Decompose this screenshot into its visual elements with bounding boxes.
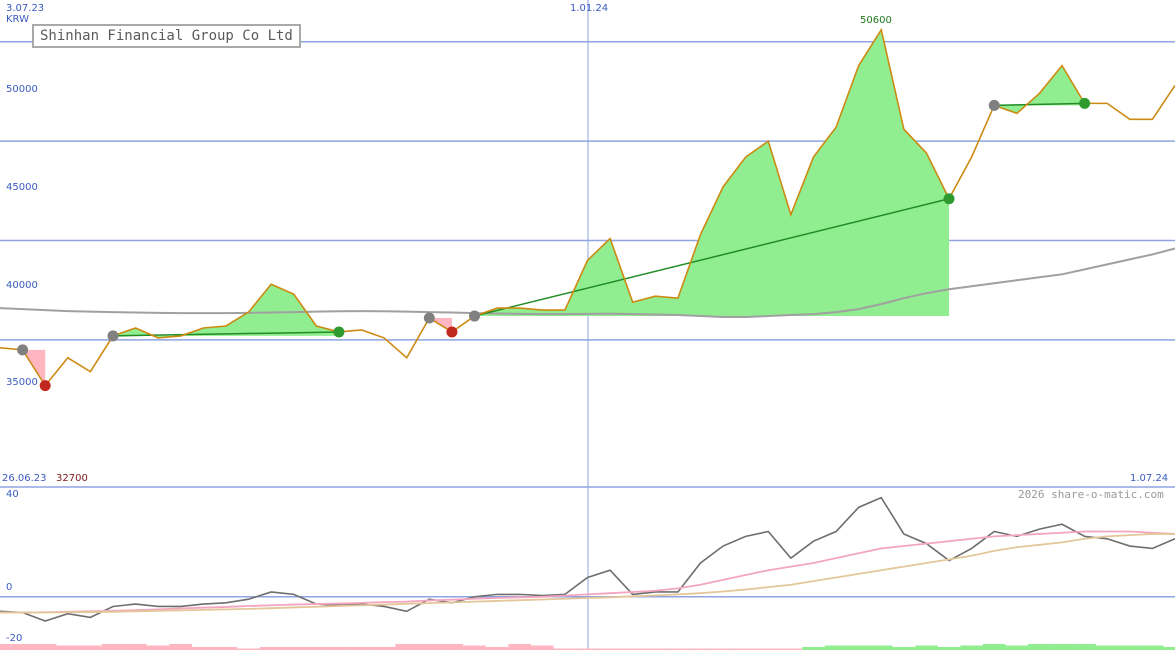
entry-marker: [107, 330, 119, 342]
histogram-bar: [1095, 645, 1119, 650]
y-tick-label: 35000: [6, 377, 38, 388]
mid-date-label: 1.01.24: [570, 3, 609, 14]
entry-marker: [469, 310, 481, 322]
histogram-bar: [508, 644, 532, 650]
histogram-bar: [169, 644, 193, 650]
currency-label: KRW: [6, 14, 29, 25]
histogram-bar: [395, 644, 419, 650]
end-date-label: 1.07.24: [1130, 473, 1169, 484]
histogram-bar: [824, 645, 848, 650]
watermark: 2026 share-o-matic.com: [1018, 488, 1164, 501]
osc-tick-label: 40: [6, 489, 19, 500]
gain-area: [994, 65, 1085, 114]
stock-chart-page: Shinhan Financial Group Co Ltd 3.07.23 K…: [0, 0, 1175, 650]
max-price-label: 50600: [860, 15, 892, 26]
histogram-bar: [101, 644, 125, 650]
histogram-bar: [418, 644, 441, 650]
histogram-bar: [1141, 645, 1164, 650]
entry-marker: [988, 99, 1000, 111]
histogram-bar: [847, 645, 870, 650]
gain-exit-marker: [943, 193, 955, 205]
histogram-bar: [79, 645, 102, 650]
histogram-bar: [146, 645, 170, 650]
gain-exit-marker: [333, 326, 345, 338]
histogram-bar: [124, 644, 147, 650]
histogram-bar: [1050, 644, 1074, 650]
gain-exit-marker: [1079, 97, 1091, 109]
histogram-bar: [56, 645, 80, 650]
loss-exit-marker: [446, 326, 458, 338]
histogram-bar: [531, 645, 554, 650]
entry-marker: [17, 344, 29, 356]
histogram-bar: [1005, 645, 1029, 650]
histogram-bar: [915, 645, 938, 650]
histogram-bar: [33, 644, 57, 650]
histogram-bar: [869, 645, 893, 650]
histogram-bar: [960, 645, 983, 650]
chart-title: Shinhan Financial Group Co Ltd: [32, 24, 301, 48]
histogram-bar: [982, 644, 1006, 650]
histogram-bar: [1028, 644, 1051, 650]
first-date-label: 26.06.23: [2, 473, 47, 484]
chart-canvas: [0, 0, 1175, 650]
y-tick-label: 40000: [6, 280, 38, 291]
histogram-bar: [1073, 644, 1096, 650]
gain-area: [474, 29, 950, 317]
histogram-bar: [440, 644, 464, 650]
loss-exit-marker: [39, 380, 51, 392]
y-tick-label: 50000: [6, 84, 38, 95]
histogram-bar: [1118, 645, 1142, 650]
y-tick-label: 45000: [6, 182, 38, 193]
min-price-label: 32700: [56, 473, 88, 484]
osc-tick-label: -20: [6, 633, 23, 644]
histogram-bar: [463, 645, 486, 650]
entry-marker: [423, 312, 435, 324]
osc-tick-label: 0: [6, 582, 13, 593]
